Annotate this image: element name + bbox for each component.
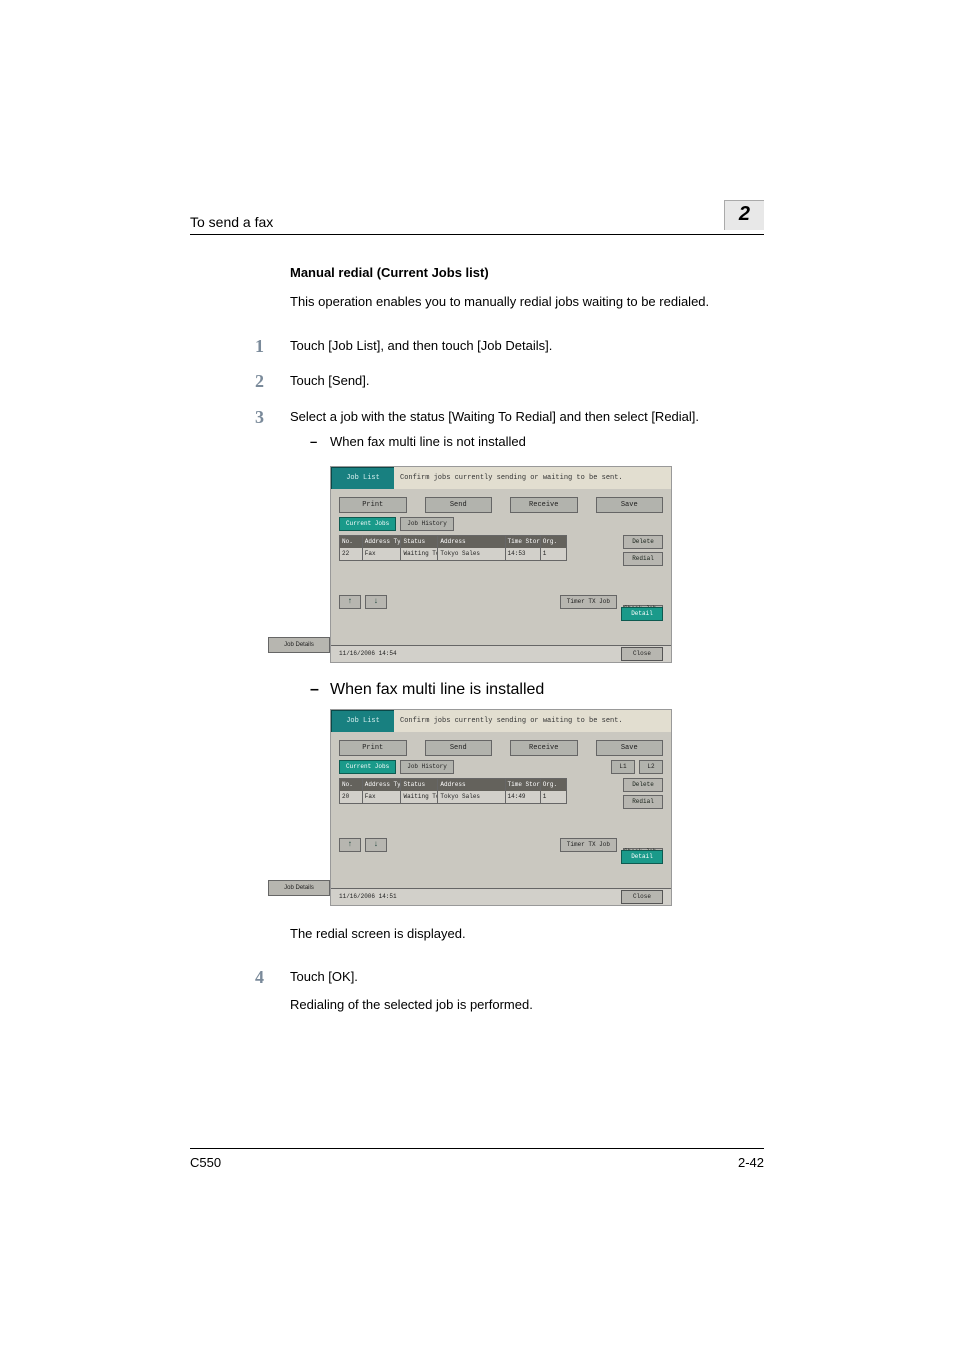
col-address: Address [438,779,505,791]
col-address: Address [438,536,505,548]
up-arrow-button[interactable]: ↑ [339,838,361,852]
cell-time: 14:53 [506,548,541,560]
tab-send[interactable]: Send [425,740,493,756]
tab-current-jobs[interactable]: Current Jobs [339,760,396,774]
detail-button[interactable]: Detail [621,607,663,621]
panel-timestamp: 11/16/2006 14:54 [339,650,397,657]
tab-send[interactable]: Send [425,497,493,513]
cell-status: Waiting To Redial [401,548,438,560]
col-org: Org. [541,536,566,548]
tab-save[interactable]: Save [596,740,664,756]
redial-button[interactable]: Redial [623,552,663,566]
col-status: Status [401,779,438,791]
step-number: 4 [190,967,290,1014]
job-list-tab[interactable]: Job List [331,710,394,732]
section-heading: Manual redial (Current Jobs list) [290,265,764,280]
timer-tx-job-button[interactable]: Timer TX Job [560,838,617,852]
screen-panel: Job List Confirm jobs currently sending … [330,709,672,906]
tab-job-history[interactable]: Job History [400,517,454,531]
tab-save[interactable]: Save [596,497,664,513]
panel-caption: Confirm jobs currently sending or waitin… [394,710,671,732]
screen-panel: Job List Confirm jobs currently sending … [330,466,672,663]
job-details-tab[interactable]: Job Details [268,637,330,653]
page-footer: C550 2-42 [190,1148,764,1170]
l2-button[interactable]: L2 [639,760,663,774]
delete-button[interactable]: Delete [623,778,663,792]
step-text: Touch [Job List], and then touch [Job De… [290,336,764,358]
cell-status: Waiting To Redial [401,791,438,803]
job-list-tab[interactable]: Job List [331,467,394,489]
cell-address: Tokyo Sales [438,548,505,560]
page-header: To send a fax 2 [190,200,764,235]
bullet-text: When fax multi line is installed [330,681,764,699]
bullet-dash: – [310,432,330,452]
col-type: Address Type [363,779,402,791]
panel-caption: Confirm jobs currently sending or waitin… [394,467,671,489]
down-arrow-button[interactable]: ↓ [365,838,387,852]
tab-receive[interactable]: Receive [510,740,578,756]
timer-tx-job-button[interactable]: Timer TX Job [560,595,617,609]
table-row[interactable]: 20 Fax Waiting To Redial Tokyo Sales 14:… [340,791,566,803]
redial-button[interactable]: Redial [623,795,663,809]
tab-print[interactable]: Print [339,497,407,513]
note-after-shots: The redial screen is displayed. [290,924,764,944]
col-status: Status [401,536,438,548]
cell-org: 1 [541,791,566,803]
step-number: 3 [190,407,290,452]
step-followup: Redialing of the selected job is perform… [290,995,764,1015]
step-text: Select a job with the status [Waiting To… [290,407,764,427]
close-button[interactable]: Close [621,647,663,661]
l1-button[interactable]: L1 [611,760,635,774]
step-number: 1 [190,336,290,358]
col-no: No. [340,536,363,548]
step-text: Touch [OK]. [290,967,764,987]
header-title: To send a fax [190,214,273,230]
bullet-text: When fax multi line is not installed [330,432,764,452]
tab-current-jobs[interactable]: Current Jobs [339,517,396,531]
jobs-table: No. Address Type Status Address Time Sto… [339,778,567,804]
up-arrow-button[interactable]: ↑ [339,595,361,609]
col-org: Org. [541,779,566,791]
close-button[interactable]: Close [621,890,663,904]
col-time: Time Stored [506,779,541,791]
step-text: Touch [Send]. [290,371,764,393]
cell-time: 14:49 [506,791,541,803]
panel-timestamp: 11/16/2006 14:51 [339,893,397,900]
col-time: Time Stored [506,536,541,548]
step-number: 2 [190,371,290,393]
col-no: No. [340,779,363,791]
cell-type: Fax [363,548,402,560]
delete-button[interactable]: Delete [623,535,663,549]
footer-page: 2-42 [738,1155,764,1170]
cell-type: Fax [363,791,402,803]
tab-receive[interactable]: Receive [510,497,578,513]
tab-print[interactable]: Print [339,740,407,756]
jobs-table: No. Address Type Status Address Time Sto… [339,535,567,561]
bullet-dash: – [310,681,330,699]
detail-button[interactable]: Detail [621,850,663,864]
chapter-number: 2 [724,200,764,230]
job-details-tab[interactable]: Job Details [268,880,330,896]
cell-no: 22 [340,548,363,560]
tab-job-history[interactable]: Job History [400,760,454,774]
cell-no: 20 [340,791,363,803]
col-type: Address Type [363,536,402,548]
cell-address: Tokyo Sales [438,791,505,803]
section-intro: This operation enables you to manually r… [290,292,764,312]
down-arrow-button[interactable]: ↓ [365,595,387,609]
cell-org: 1 [541,548,566,560]
table-row[interactable]: 22 Fax Waiting To Redial Tokyo Sales 14:… [340,548,566,560]
footer-model: C550 [190,1155,221,1170]
